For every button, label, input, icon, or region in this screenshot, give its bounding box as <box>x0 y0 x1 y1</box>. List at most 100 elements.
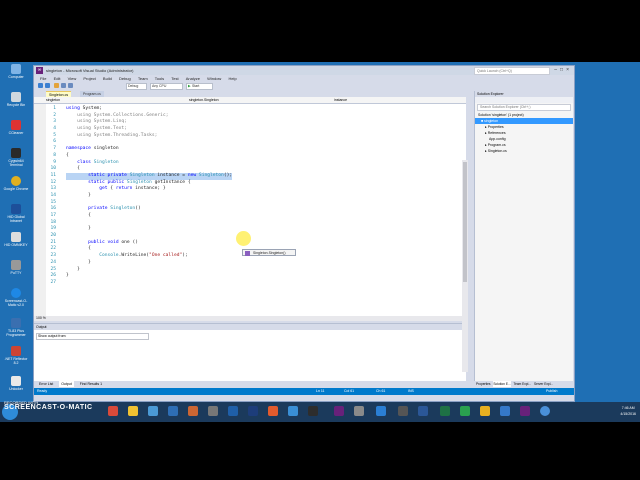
taskbar-word-icon[interactable] <box>418 406 428 416</box>
solution-explorer: Solution Explorer Search Solution Explor… <box>474 91 573 381</box>
menu-edit[interactable]: Edit <box>54 75 61 82</box>
taskbar-app-icon[interactable] <box>354 406 364 416</box>
menu-file[interactable]: File <box>40 75 46 82</box>
desktop-icon-ti83[interactable]: TI-83 Plus Programmer <box>2 318 30 337</box>
taskbar-clock[interactable]: 7:46 AM 4/15/2016 <box>620 405 636 417</box>
nav-project-dropdown[interactable]: singleton <box>46 97 60 103</box>
quick-launch-input[interactable]: Quick Launch (Ctrl+Q) <box>474 67 550 75</box>
code-line[interactable]: 27 <box>46 280 464 287</box>
code-line[interactable]: 20 <box>46 233 464 240</box>
code-line[interactable]: 8{ <box>46 153 464 160</box>
desktop-icon-unlocker[interactable]: Unlocker <box>2 376 30 391</box>
taskbar-app-icon[interactable] <box>208 406 218 416</box>
code-line[interactable]: 14 } <box>46 193 464 200</box>
taskbar-app-icon[interactable] <box>520 406 530 416</box>
desktop-icon-hid-intranet[interactable]: HID Global Intranet <box>2 204 30 223</box>
desktop-icon-chrome[interactable]: Google Chrome <box>2 176 30 191</box>
taskbar-terminal-icon[interactable] <box>308 406 318 416</box>
output-source-select[interactable]: Show output from: <box>36 333 149 340</box>
status-insert-mode: INS <box>408 389 414 393</box>
tab-error-list[interactable]: Error List <box>37 381 55 387</box>
forward-icon[interactable] <box>45 83 50 88</box>
nav-type-dropdown[interactable]: singleton.Singleton <box>189 97 219 103</box>
save-icon[interactable] <box>61 83 66 88</box>
code-line[interactable]: 21 public void one () <box>46 240 464 247</box>
desktop-icon-putty[interactable]: PuTTY <box>2 260 30 275</box>
taskbar-app-icon[interactable] <box>268 406 278 416</box>
code-line[interactable]: 13 get { return instance; } <box>46 186 464 193</box>
scrollbar-thumb[interactable] <box>463 162 467 282</box>
close-icon[interactable]: × <box>566 67 572 73</box>
taskbar-app-icon[interactable] <box>460 406 470 416</box>
tab-find-results[interactable]: Find Results 1 <box>78 381 104 387</box>
taskbar-app-icon[interactable] <box>480 406 490 416</box>
tree-node-singleton-cs[interactable]: ▸ Singleton.cs <box>475 148 573 154</box>
code-line[interactable]: 5 using System.Threading.Tasks; <box>46 133 464 140</box>
zoom-level[interactable]: 100 % <box>34 316 46 320</box>
menu-test[interactable]: Test <box>171 75 178 82</box>
taskbar-excel-icon[interactable] <box>440 406 450 416</box>
output-panel-title: Output <box>34 324 466 330</box>
menu-debug[interactable]: Debug <box>119 75 131 82</box>
taskbar-app-icon[interactable] <box>398 406 408 416</box>
desktop-icon-reflector[interactable]: .NET Reflector 8.2 <box>2 346 30 365</box>
back-icon[interactable] <box>38 83 43 88</box>
desktop-icon-cygwin[interactable]: Cygwin64 Terminal <box>2 148 30 167</box>
code-line[interactable]: 17 { <box>46 213 464 220</box>
menu-team[interactable]: Team <box>138 75 148 82</box>
desktop-icon-hid-omnikey[interactable]: HID OMNIKEY <box>2 232 30 247</box>
solution-search-input[interactable]: Search Solution Explorer (Ctrl+;) <box>477 104 571 111</box>
code-line[interactable]: 11 static private Singleton instance = n… <box>46 172 464 180</box>
menu-help[interactable]: Help <box>228 75 236 82</box>
menu-window[interactable]: Window <box>207 75 221 82</box>
taskbar-app-icon[interactable] <box>376 406 386 416</box>
taskbar-app-icon[interactable] <box>248 406 258 416</box>
code-line[interactable]: 10 { <box>46 166 464 173</box>
nav-member-dropdown[interactable]: instance <box>334 97 347 103</box>
save-all-icon[interactable] <box>68 83 73 88</box>
publish-button[interactable]: Publish <box>546 388 557 395</box>
editor-vertical-scrollbar[interactable] <box>462 160 468 372</box>
code-line[interactable]: 24 } <box>46 260 464 267</box>
code-line[interactable]: 7 namespace singleton <box>46 146 464 153</box>
code-line[interactable]: 9 class Singleton <box>46 160 464 167</box>
taskbar-app-icon[interactable] <box>500 406 510 416</box>
taskbar-app-icon[interactable] <box>108 406 118 416</box>
menu-analyze[interactable]: Analyze <box>186 75 200 82</box>
tab-team-explorer[interactable]: Team Expl... <box>514 381 532 387</box>
taskbar-explorer-icon[interactable] <box>128 406 138 416</box>
menu-build[interactable]: Build <box>103 75 112 82</box>
start-button[interactable]: ▶ Start <box>186 83 213 90</box>
desktop-icon-recycle-bin[interactable]: Recycle Bin <box>2 92 30 107</box>
taskbar-app-icon[interactable] <box>288 406 298 416</box>
taskbar-app-icon[interactable] <box>228 406 238 416</box>
taskbar-app-icon[interactable] <box>540 406 550 416</box>
new-project-icon[interactable] <box>54 83 59 88</box>
code-line[interactable]: 4 using System.Text; <box>46 126 464 133</box>
desktop-icon-computer[interactable]: Computer <box>2 64 30 79</box>
tab-solution-explorer[interactable]: Solution E... <box>493 381 511 387</box>
code-line[interactable]: 25 } <box>46 267 464 274</box>
code-line[interactable]: 19 } <box>46 226 464 233</box>
desktop-icon-screencast[interactable]: Screencast-O-Matic v2.0 <box>2 288 30 307</box>
menu-project[interactable]: Project <box>83 75 95 82</box>
code-line[interactable]: 18 <box>46 220 464 227</box>
desktop-icon-ccleaner[interactable]: CCleaner <box>2 120 30 135</box>
taskbar-app-icon[interactable] <box>148 406 158 416</box>
menu-view[interactable]: View <box>68 75 77 82</box>
taskbar-app-icon[interactable] <box>188 406 198 416</box>
taskbar-app-icon[interactable] <box>168 406 178 416</box>
tab-server-explorer[interactable]: Server Expl... <box>534 381 553 387</box>
code-editor[interactable]: 1 using System; 2 using System.Collections… <box>34 104 466 316</box>
configuration-select[interactable]: Debug <box>126 83 147 90</box>
tab-output[interactable]: Output <box>59 381 74 387</box>
platform-select[interactable]: Any CPU <box>150 83 183 90</box>
line-code: { <box>66 152 69 158</box>
line-code: get { return instance; } <box>99 186 166 192</box>
menu-tools[interactable]: Tools <box>155 75 164 82</box>
tab-properties[interactable]: Properties <box>476 381 491 387</box>
code-line[interactable]: 1 using System; <box>46 106 464 113</box>
code-line[interactable]: 16 private Singleton() <box>46 206 464 213</box>
code-line[interactable]: 26} <box>46 273 464 280</box>
taskbar-visual-studio-icon[interactable] <box>334 406 344 416</box>
